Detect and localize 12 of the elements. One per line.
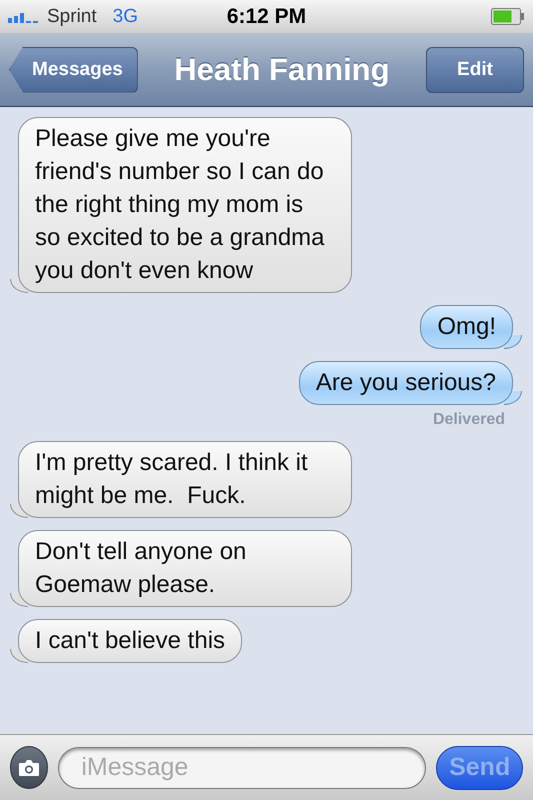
carrier-name: Sprint	[47, 6, 97, 28]
clock-time: 6:12 PM	[226, 4, 306, 28]
network-type: 3G	[112, 6, 138, 28]
signal-icon	[8, 10, 41, 22]
delivery-status: Delivered	[432, 411, 505, 429]
edit-button[interactable]: Edit	[426, 46, 524, 92]
camera-button[interactable]	[10, 746, 48, 789]
message-input[interactable]: iMessage	[58, 746, 426, 788]
contact-name: Heath Fanning	[174, 52, 390, 88]
battery-icon	[491, 8, 525, 25]
camera-icon	[18, 758, 40, 776]
back-button[interactable]: Messages	[9, 46, 138, 92]
